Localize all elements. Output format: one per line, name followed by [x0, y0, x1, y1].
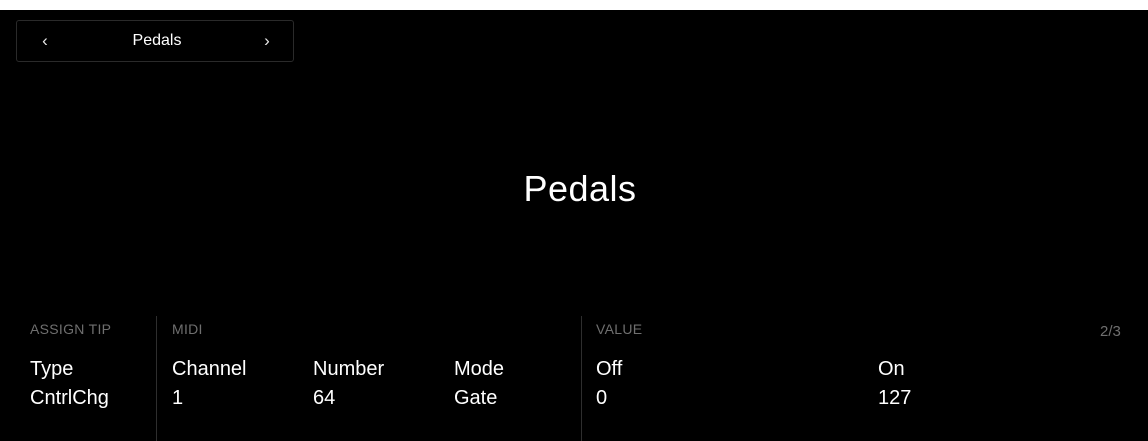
param-label: On [878, 358, 905, 380]
page-title: Pedals [523, 168, 637, 209]
page-navigator: ‹ Pedals › [16, 20, 294, 62]
section-divider [156, 316, 157, 441]
prev-page-button[interactable]: ‹ [25, 21, 65, 61]
next-page-button[interactable]: › [247, 21, 287, 61]
nav-title: Pedals [132, 32, 182, 49]
param-channel[interactable]: Channel 1 [172, 355, 247, 413]
device-screen: ‹ Pedals › Pedals ASSIGN TIP MIDI VALUE … [0, 10, 1148, 441]
param-type[interactable]: Type CntrlChg [30, 355, 109, 413]
section-label-assign-tip: ASSIGN TIP [30, 321, 112, 337]
section-divider [581, 316, 582, 441]
param-label: Number [313, 358, 385, 380]
param-value: 64 [313, 387, 336, 409]
chevron-right-icon: › [264, 31, 270, 50]
chevron-left-icon: ‹ [42, 31, 48, 50]
section-label-value: VALUE [596, 321, 643, 337]
param-label: Type [30, 358, 74, 380]
param-value: 1 [172, 387, 184, 409]
param-value: Gate [454, 387, 498, 409]
param-value: 127 [878, 387, 912, 409]
param-label: Off [596, 358, 623, 380]
section-label-midi: MIDI [172, 321, 203, 337]
param-value: 0 [596, 387, 608, 409]
param-label: Mode [454, 358, 505, 380]
param-label: Channel [172, 358, 247, 380]
param-on[interactable]: On 127 [878, 355, 911, 413]
page-indicator: 2/3 [1100, 323, 1121, 340]
param-mode[interactable]: Mode Gate [454, 355, 504, 413]
param-value: CntrlChg [30, 387, 109, 409]
param-number[interactable]: Number 64 [313, 355, 384, 413]
param-off[interactable]: Off 0 [596, 355, 622, 413]
